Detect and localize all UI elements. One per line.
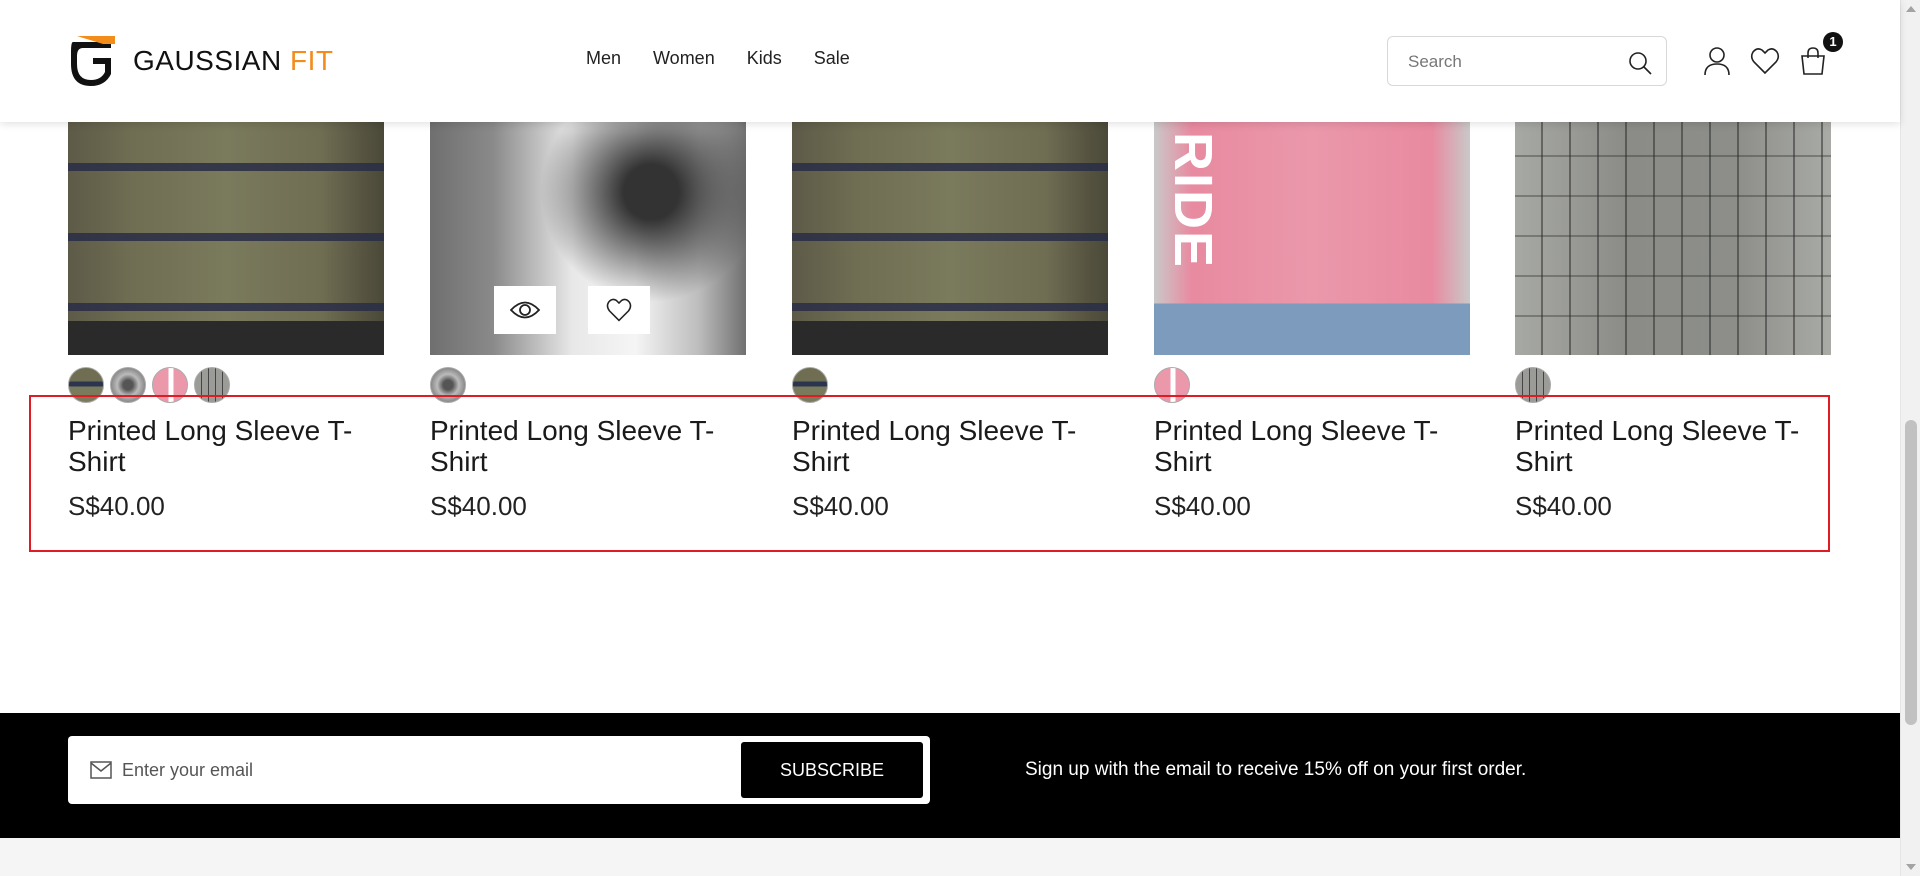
color-swatches [1154, 367, 1470, 403]
product-card[interactable]: Printed Long Sleeve T-Shirt S$40.00 [1515, 122, 1831, 522]
product-price: S$40.00 [1515, 491, 1612, 521]
product-card[interactable]: Printed Long Sleeve T-Shirt S$40.00 [68, 122, 384, 522]
quick-view-button[interactable] [494, 286, 556, 334]
add-to-wishlist-button[interactable] [588, 286, 650, 334]
search-box [1387, 36, 1667, 86]
mail-icon [90, 761, 112, 779]
brand-logo[interactable]: GAUSSIAN FIT [67, 34, 333, 88]
product-card[interactable]: Printed Long Sleeve T-Shirt S$40.00 [792, 122, 1108, 522]
product-title[interactable]: Printed Long Sleeve T-Shirt [430, 415, 730, 477]
scroll-down-icon[interactable] [1906, 864, 1916, 870]
brand-name: GAUSSIAN FIT [133, 45, 334, 76]
nav-men[interactable]: Men [586, 48, 621, 69]
product-card[interactable]: Printed Long Sleeve T-Shirt S$40.00 [430, 122, 746, 522]
color-swatches [1515, 367, 1831, 403]
swatch-pink[interactable] [1154, 367, 1190, 403]
scroll-thumb[interactable] [1905, 420, 1917, 725]
search-input[interactable] [1408, 49, 1608, 75]
product-title[interactable]: Printed Long Sleeve T-Shirt [68, 415, 368, 477]
newsletter-bar: SUBSCRIBE Sign up with the email to rece… [0, 713, 1900, 838]
subscribe-button[interactable]: SUBSCRIBE [741, 742, 923, 798]
color-swatches [430, 367, 746, 403]
swatch-grey[interactable] [1515, 367, 1551, 403]
color-swatches [68, 367, 384, 403]
search-icon[interactable] [1628, 51, 1652, 75]
email-form: SUBSCRIBE [68, 736, 930, 804]
cart-count-badge: 1 [1823, 32, 1843, 52]
product-title[interactable]: Printed Long Sleeve T-Shirt [1154, 415, 1454, 477]
swatch-pink[interactable] [152, 367, 188, 403]
product-image[interactable] [792, 122, 1108, 355]
swatch-splatter[interactable] [430, 367, 466, 403]
nav-kids[interactable]: Kids [747, 48, 782, 69]
footer-strip [0, 838, 1900, 876]
newsletter-message: Sign up with the email to receive 15% of… [1025, 759, 1527, 780]
product-image[interactable] [430, 122, 746, 355]
nav-sale[interactable]: Sale [814, 48, 850, 69]
heart-icon [606, 298, 632, 322]
wishlist-heart-icon[interactable] [1750, 46, 1780, 76]
swatch-splatter[interactable] [110, 367, 146, 403]
color-swatches [792, 367, 1108, 403]
email-input[interactable] [122, 756, 722, 784]
cart-icon[interactable] [1798, 46, 1828, 76]
product-price: S$40.00 [792, 491, 889, 521]
product-image[interactable] [1515, 122, 1831, 355]
shirt-print-text: RIDE [1163, 132, 1223, 270]
product-image[interactable] [68, 122, 384, 355]
swatch-olive[interactable] [792, 367, 828, 403]
swatch-grey[interactable] [194, 367, 230, 403]
nav-women[interactable]: Women [653, 48, 715, 69]
logo-icon [71, 36, 115, 86]
product-price: S$40.00 [430, 491, 527, 521]
eye-icon [510, 301, 540, 319]
product-card[interactable]: RIDE Printed Long Sleeve T-Shirt S$40.00 [1154, 122, 1470, 522]
swatch-olive[interactable] [68, 367, 104, 403]
product-title[interactable]: Printed Long Sleeve T-Shirt [1515, 415, 1815, 477]
user-icon[interactable] [1702, 46, 1732, 76]
scroll-up-icon[interactable] [1906, 6, 1916, 12]
main-nav: Men Women Kids Sale [586, 48, 882, 69]
product-image[interactable]: RIDE [1154, 122, 1470, 355]
site-header: GAUSSIAN FIT Men Women Kids Sale 1 [0, 0, 1900, 122]
product-price: S$40.00 [1154, 491, 1251, 521]
product-price: S$40.00 [68, 491, 165, 521]
page-scrollbar[interactable] [1900, 0, 1920, 876]
product-title[interactable]: Printed Long Sleeve T-Shirt [792, 415, 1092, 477]
